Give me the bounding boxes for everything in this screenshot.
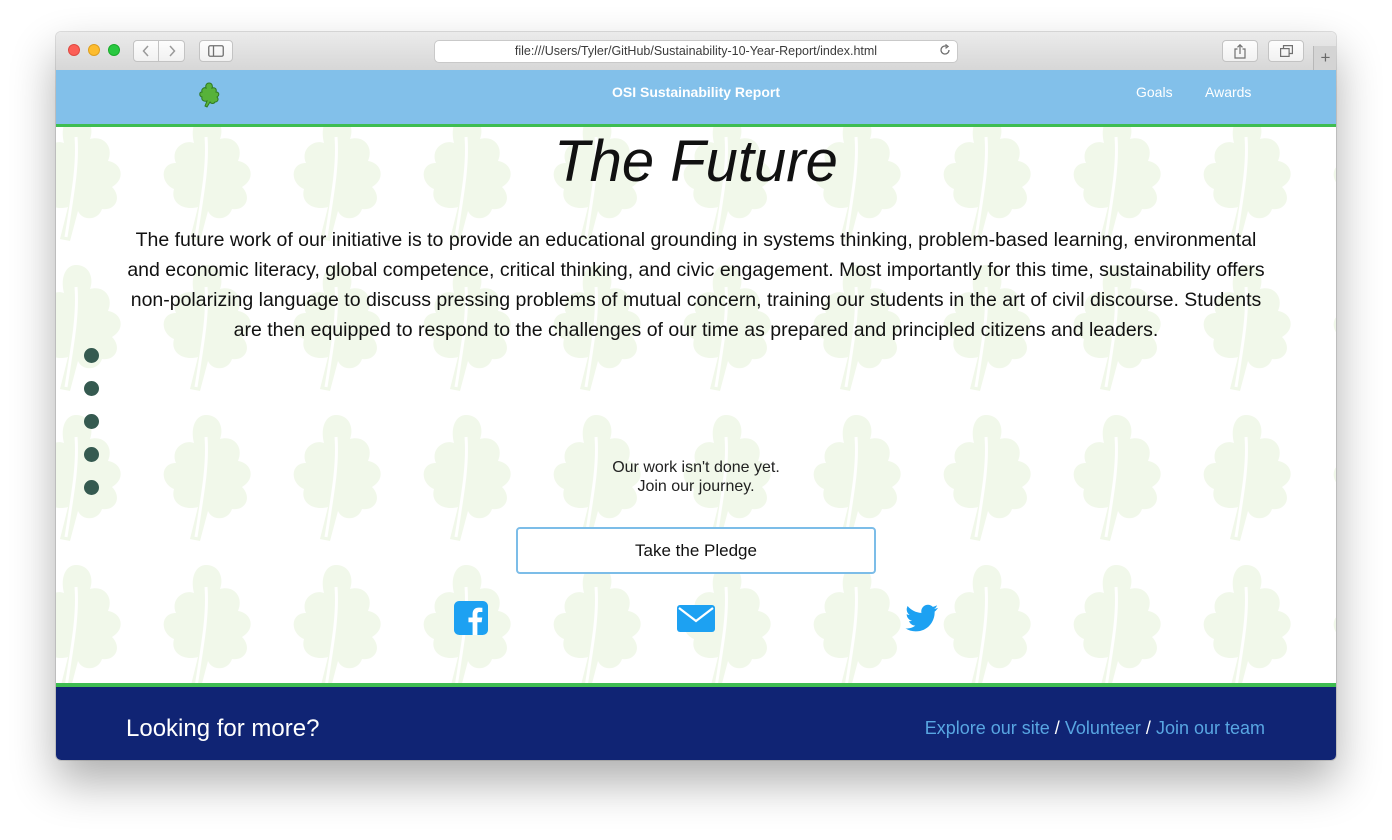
sidebar-button[interactable] [199,40,233,62]
share-icon [1234,43,1246,59]
url-text: file:///Users/Tyler/GitHub/Sustainabilit… [514,44,878,58]
take-pledge-button[interactable]: Take the Pledge [516,527,876,574]
cta-text: Our work isn't done yet. Join our journe… [56,458,1336,496]
mail-icon[interactable] [677,601,715,635]
section-dot-3[interactable] [84,414,99,429]
title-bar: file:///Users/Tyler/GitHub/Sustainabilit… [56,32,1336,71]
cta-line-1: Our work isn't done yet. [612,459,780,476]
zoom-window-button[interactable] [108,44,120,56]
reload-icon [940,43,950,55]
volunteer-link[interactable]: Volunteer [1065,718,1141,738]
web-page: OSI Sustainability Report Goals Awards T… [56,70,1336,760]
site-navbar: OSI Sustainability Report Goals Awards [56,70,1336,127]
chevron-left-icon [142,45,149,57]
show-tabs-button[interactable] [1268,40,1304,62]
back-button[interactable] [133,40,159,62]
forward-button[interactable] [159,40,185,62]
section-dot-2[interactable] [84,381,99,396]
close-window-button[interactable] [68,44,80,56]
footer-separator: / [1145,718,1151,738]
leaf-pattern-background [56,127,1336,683]
cta-line-2: Join our journey. [637,478,755,495]
footer-links: Explore our site / Volunteer / Join our … [925,718,1265,739]
join-team-link[interactable]: Join our team [1156,718,1265,738]
footer-separator: / [1054,718,1060,738]
minimize-window-button[interactable] [88,44,100,56]
future-paragraph: The future work of our initiative is to … [127,229,1265,341]
twitter-icon[interactable] [905,601,939,635]
explore-site-link[interactable]: Explore our site [925,718,1050,738]
reload-button[interactable] [939,41,951,62]
chevron-right-icon [168,45,176,57]
facebook-icon[interactable] [454,601,488,635]
tabs-icon [1279,45,1293,57]
site-footer: Looking for more? Explore our site / Vol… [56,683,1336,760]
nav-awards-link[interactable]: Awards [1205,84,1251,100]
share-button[interactable] [1222,40,1258,62]
future-section: The Future The future work of our initia… [56,127,1336,683]
browser-window: file:///Users/Tyler/GitHub/Sustainabilit… [56,32,1336,760]
section-dot-1[interactable] [84,348,99,363]
footer-title: Looking for more? [126,715,320,742]
sidebar-icon [208,45,224,57]
address-bar[interactable]: file:///Users/Tyler/GitHub/Sustainabilit… [434,40,958,63]
new-tab-button[interactable]: + [1313,46,1336,70]
nav-goals-link[interactable]: Goals [1136,84,1173,100]
section-heading: The Future [554,129,838,194]
history-nav [133,40,185,62]
